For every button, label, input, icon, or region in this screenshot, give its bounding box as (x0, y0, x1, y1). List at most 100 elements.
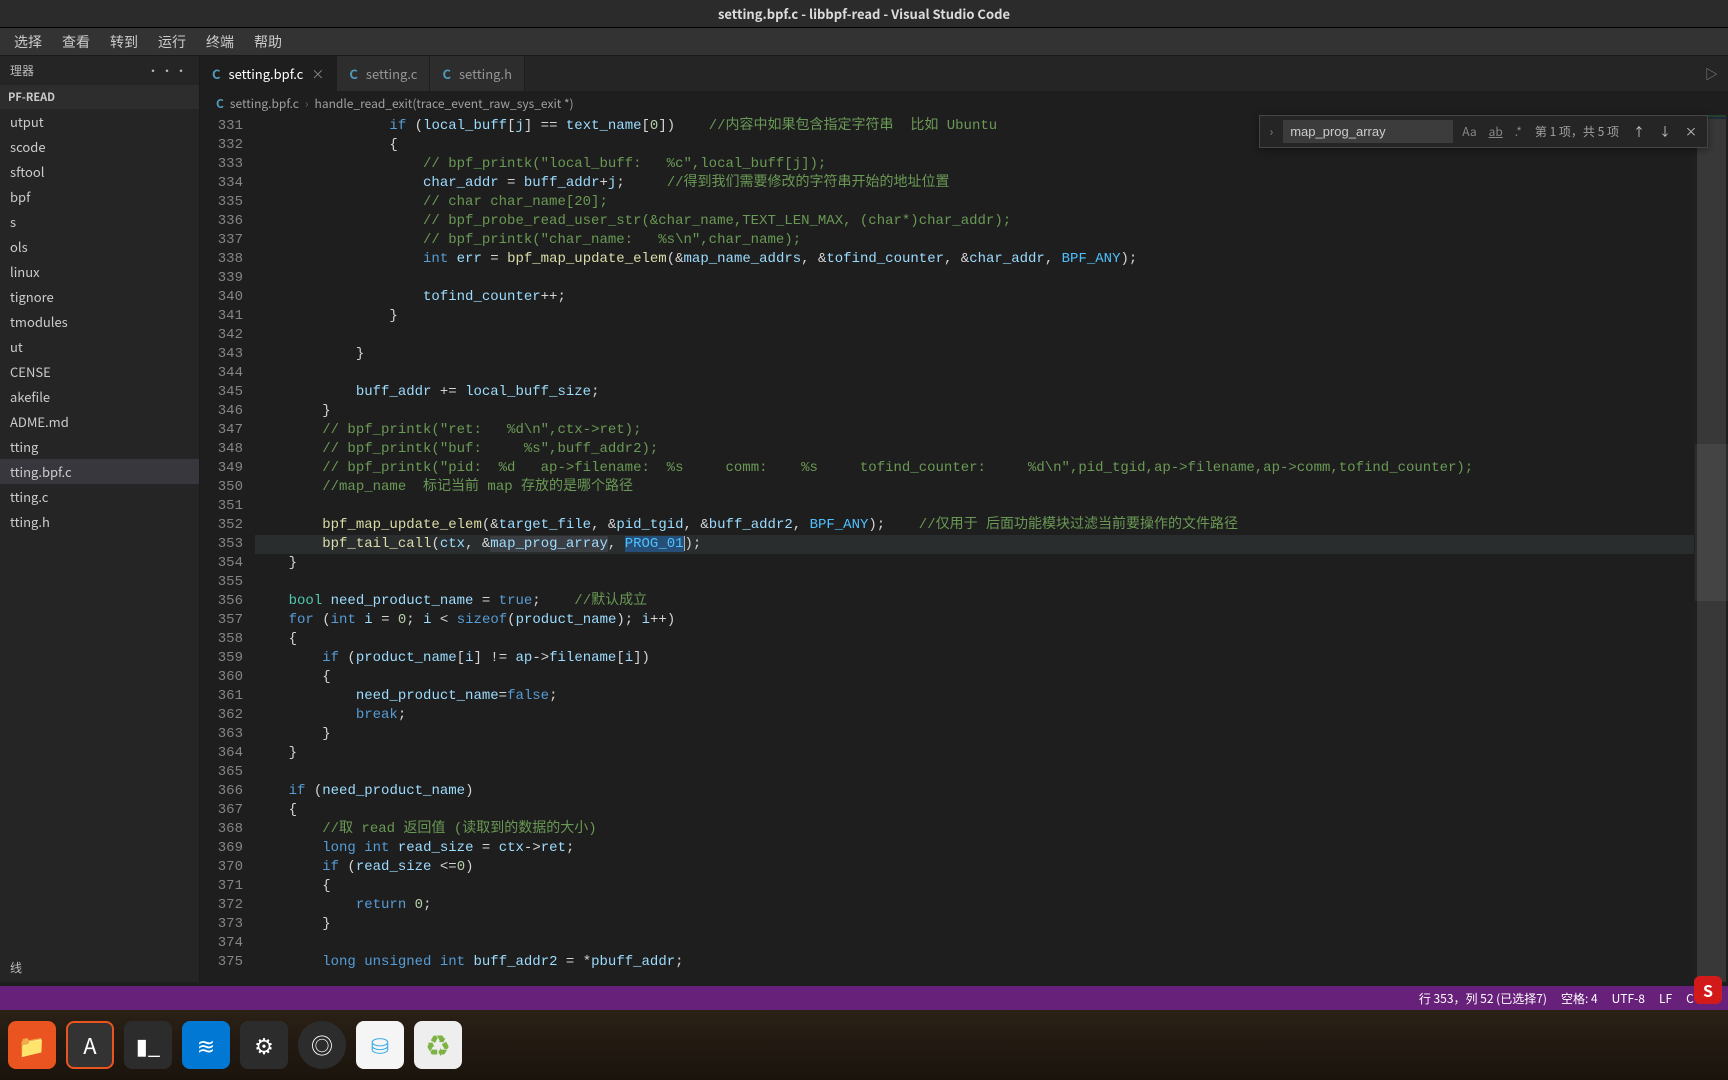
prev-match-icon[interactable]: ↑ (1629, 121, 1649, 142)
code-line[interactable]: bool need_product_name = true; //默认成立 (255, 592, 1694, 611)
tab-setting-c[interactable]: C setting.c (337, 56, 430, 91)
search-input[interactable] (1283, 120, 1453, 143)
dock-settings[interactable]: ⚙ (240, 1021, 288, 1069)
dock-trash[interactable]: ♻ (414, 1021, 462, 1069)
tree-item[interactable]: CENSE (0, 359, 199, 384)
code-line[interactable]: // bpf_probe_read_user_str(&char_name,TE… (255, 212, 1694, 231)
close-icon[interactable]: × (1681, 121, 1701, 142)
status-eol[interactable]: LF (1659, 990, 1672, 1007)
code-line[interactable]: for (int i = 0; i < sizeof(product_name)… (255, 611, 1694, 630)
code-line[interactable]: break; (255, 706, 1694, 725)
code-line[interactable]: } (255, 402, 1694, 421)
code-area[interactable]: if (local_buff[j] == text_name[0]) //内容中… (255, 115, 1694, 982)
code-line[interactable]: //map_name 标记当前 map 存放的是哪个路径 (255, 478, 1694, 497)
code-line[interactable]: char_addr = buff_addr+j; //得到我们需要修改的字符串开… (255, 174, 1694, 193)
code-line[interactable]: } (255, 744, 1694, 763)
code-line[interactable]: need_product_name=false; (255, 687, 1694, 706)
code-line[interactable]: if (read_size <=0) (255, 858, 1694, 877)
code-line[interactable]: //取 read 返回值 (读取到的数据的大小) (255, 820, 1694, 839)
tree-item[interactable]: tting (0, 434, 199, 459)
tree-item[interactable]: bpf (0, 184, 199, 209)
code-line[interactable]: tofind_counter++; (255, 288, 1694, 307)
file-tree[interactable]: utputscodesftoolbpfsolslinuxtignoretmodu… (0, 109, 199, 953)
dock-vscode[interactable]: ≋ (182, 1021, 230, 1069)
code-line[interactable]: if (need_product_name) (255, 782, 1694, 801)
dock-archive[interactable]: ⛁ (356, 1021, 404, 1069)
code-line[interactable]: bpf_tail_call(ctx, &map_prog_array, PROG… (255, 535, 1694, 554)
code-line[interactable] (255, 763, 1694, 782)
tree-item[interactable]: tting.c (0, 484, 199, 509)
menu-select[interactable]: 选择 (6, 29, 50, 55)
code-line[interactable]: { (255, 877, 1694, 896)
tree-item[interactable]: tignore (0, 284, 199, 309)
code-line[interactable]: { (255, 801, 1694, 820)
code-line[interactable] (255, 573, 1694, 592)
code-line[interactable]: long unsigned int buff_addr2 = *pbuff_ad… (255, 953, 1694, 972)
tree-item[interactable]: scode (0, 134, 199, 159)
code-line[interactable]: } (255, 345, 1694, 364)
menu-goto[interactable]: 转到 (102, 29, 146, 55)
close-icon[interactable]: × (311, 64, 324, 83)
minimap[interactable] (1694, 115, 1728, 982)
code-line[interactable]: // bpf_printk("local_buff: %c",local_buf… (255, 155, 1694, 174)
code-line[interactable]: int err = bpf_map_update_elem(&map_name_… (255, 250, 1694, 269)
tree-item[interactable]: ADME.md (0, 409, 199, 434)
menu-run[interactable]: 运行 (150, 29, 194, 55)
explorer-section[interactable]: PF-READ (0, 85, 199, 109)
explorer-actions-icon[interactable]: ··· (147, 62, 189, 79)
tree-item[interactable]: tting.h (0, 509, 199, 534)
code-line[interactable]: long int read_size = ctx->ret; (255, 839, 1694, 858)
next-match-icon[interactable]: ↓ (1655, 121, 1675, 142)
code-line[interactable] (255, 269, 1694, 288)
code-line[interactable] (255, 326, 1694, 345)
chevron-right-icon[interactable]: › (1266, 121, 1278, 142)
code-line[interactable]: } (255, 307, 1694, 326)
status-position[interactable]: 行 353，列 52 (已选择7) (1419, 990, 1547, 1007)
code-line[interactable]: // bpf_printk("char_name: %s\n",char_nam… (255, 231, 1694, 250)
ime-indicator[interactable]: S (1694, 976, 1722, 1004)
code-line[interactable] (255, 934, 1694, 953)
code-line[interactable] (255, 497, 1694, 516)
tab-setting-h[interactable]: C setting.h (430, 56, 525, 91)
dock-obs[interactable]: ◎ (298, 1021, 346, 1069)
status-spaces[interactable]: 空格: 4 (1561, 990, 1598, 1007)
tree-item[interactable]: tting.bpf.c (0, 459, 199, 484)
menu-help[interactable]: 帮助 (246, 29, 290, 55)
dock-software[interactable]: A (66, 1021, 114, 1069)
dock-terminal[interactable]: ▮_ (124, 1021, 172, 1069)
code-line[interactable]: // bpf_printk("pid: %d ap->filename: %s … (255, 459, 1694, 478)
code-line[interactable]: { (255, 668, 1694, 687)
code-line[interactable]: } (255, 554, 1694, 573)
tree-item[interactable]: akefile (0, 384, 199, 409)
tree-item[interactable]: linux (0, 259, 199, 284)
tree-item[interactable]: tmodules (0, 309, 199, 334)
code-line[interactable]: if (product_name[i] != ap->filename[i]) (255, 649, 1694, 668)
menu-terminal[interactable]: 终端 (198, 29, 242, 55)
regex-icon[interactable]: .* (1512, 121, 1525, 142)
code-line[interactable]: buff_addr += local_buff_size; (255, 383, 1694, 402)
code-line[interactable]: { (255, 630, 1694, 649)
breadcrumb-symbol[interactable]: handle_read_exit(trace_event_raw_sys_exi… (315, 95, 574, 112)
status-language[interactable]: C (1686, 990, 1694, 1007)
code-line[interactable]: bpf_map_update_elem(&target_file, &pid_t… (255, 516, 1694, 535)
dock-files[interactable]: 📁 (8, 1021, 56, 1069)
match-word-icon[interactable]: ab (1486, 121, 1506, 142)
breadcrumb-file[interactable]: setting.bpf.c (230, 95, 299, 112)
tree-item[interactable]: ut (0, 334, 199, 359)
status-encoding[interactable]: UTF-8 (1612, 990, 1645, 1007)
tree-item[interactable]: s (0, 209, 199, 234)
match-case-icon[interactable]: Aa (1459, 121, 1479, 142)
tree-item[interactable]: sftool (0, 159, 199, 184)
tab-setting-bpf-c[interactable]: C setting.bpf.c × (200, 56, 337, 91)
tree-item[interactable]: ols (0, 234, 199, 259)
code-line[interactable]: // char char_name[20]; (255, 193, 1694, 212)
code-line[interactable]: } (255, 915, 1694, 934)
run-icon[interactable]: ▷ (1705, 64, 1718, 83)
code-line[interactable]: // bpf_printk("ret: %d\n",ctx->ret); (255, 421, 1694, 440)
code-line[interactable]: return 0; (255, 896, 1694, 915)
code-line[interactable]: // bpf_printk("buf: %s",buff_addr2); (255, 440, 1694, 459)
menu-view[interactable]: 查看 (54, 29, 98, 55)
tree-item[interactable]: utput (0, 109, 199, 134)
code-line[interactable]: } (255, 725, 1694, 744)
code-line[interactable] (255, 364, 1694, 383)
